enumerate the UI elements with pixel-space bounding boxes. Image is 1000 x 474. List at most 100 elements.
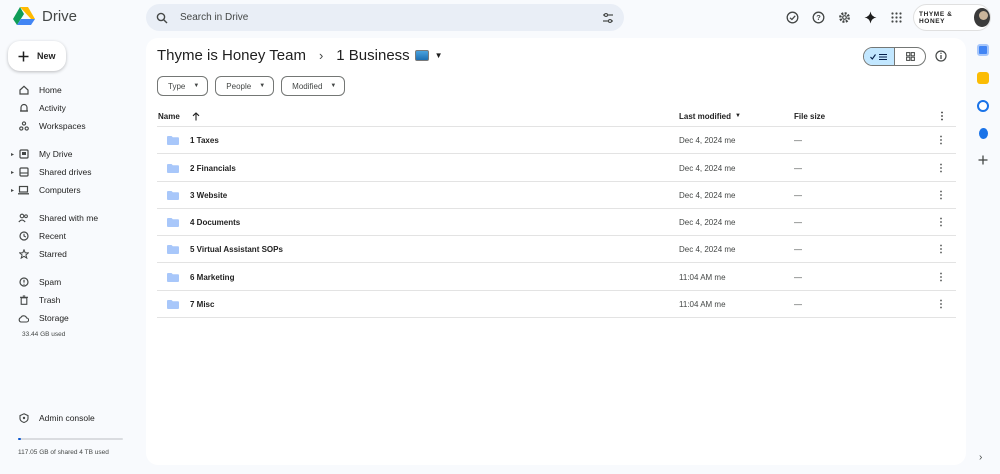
column-header-last-modified[interactable]: Last modified ▼ xyxy=(679,109,741,123)
table-row[interactable]: 4 Documents Dec 4, 2024 me — ⋮ xyxy=(157,209,956,236)
table-row[interactable]: 2 Financials Dec 4, 2024 me — ⋮ xyxy=(157,155,956,182)
contacts-icon[interactable] xyxy=(978,128,988,139)
sidebar-item-home[interactable]: Home xyxy=(11,83,62,97)
chip-label: Modified xyxy=(292,81,323,91)
sidebar-item-starred[interactable]: Starred xyxy=(11,247,67,261)
sidebar-item-label: My Drive xyxy=(39,149,73,159)
row-name: 2 Financials xyxy=(190,164,236,173)
offline-ready-icon[interactable] xyxy=(784,9,800,25)
expand-arrow-icon[interactable]: ▸ xyxy=(11,187,18,194)
tasks-icon[interactable] xyxy=(977,100,989,112)
row-modified: Dec 4, 2024 me xyxy=(679,136,736,145)
filter-people-chip[interactable]: People ▼ xyxy=(215,76,275,96)
folder-icon xyxy=(167,273,179,282)
sidebar-item-label: Home xyxy=(39,85,62,95)
table-row[interactable]: 7 Misc 11:04 AM me — ⋮ xyxy=(157,291,956,318)
shared-storage-text: 117.05 GB of shared 4 TB used xyxy=(18,449,109,456)
sidebar-item-label: Shared drives xyxy=(39,167,92,177)
breadcrumb-parent[interactable]: Thyme is Honey Team xyxy=(157,47,306,64)
chevron-right-collapse-icon[interactable]: › xyxy=(979,452,982,463)
column-header-file-size[interactable]: File size xyxy=(794,109,825,123)
folder-icon xyxy=(167,300,179,309)
row-modified: Dec 4, 2024 me xyxy=(679,191,736,200)
sidebar-item-shared-with-me[interactable]: Shared with me xyxy=(11,211,98,225)
search-bar[interactable]: Search in Drive xyxy=(146,4,624,31)
trash-icon xyxy=(18,295,29,306)
table-row[interactable]: 3 Website Dec 4, 2024 me — ⋮ xyxy=(157,182,956,209)
more-actions-icon[interactable]: ⋮ xyxy=(936,163,946,174)
spam-icon xyxy=(18,277,29,288)
list-view-button[interactable] xyxy=(864,48,895,65)
more-actions-icon[interactable]: ⋮ xyxy=(936,190,946,201)
sidebar-item-recent[interactable]: Recent xyxy=(11,229,66,243)
more-actions-icon[interactable]: ⋮ xyxy=(936,299,946,310)
settings-gear-icon[interactable] xyxy=(836,9,852,25)
sidebar-item-admin-console[interactable]: Admin console xyxy=(11,411,95,425)
table-row[interactable]: 5 Virtual Assistant SOPs Dec 4, 2024 me … xyxy=(157,236,956,263)
laptop-emoji-icon xyxy=(414,50,429,61)
filter-type-chip[interactable]: Type ▼ xyxy=(157,76,209,96)
account-brand-logo: THYME & HONEY xyxy=(919,10,953,25)
plus-icon xyxy=(18,51,29,61)
people-icon xyxy=(18,213,29,224)
sort-arrow-up-icon[interactable] xyxy=(192,111,200,121)
table-row[interactable]: 1 Taxes Dec 4, 2024 me — ⋮ xyxy=(157,127,956,154)
new-button[interactable]: New xyxy=(8,41,66,71)
row-size: — xyxy=(794,191,802,200)
folder-menu-caret-icon[interactable]: ▼ xyxy=(435,51,443,60)
keep-icon[interactable] xyxy=(977,72,989,84)
row-size: — xyxy=(794,164,802,173)
sidebar-item-shared-drives[interactable]: ▸ Shared drives xyxy=(11,165,91,179)
calendar-icon[interactable] xyxy=(977,44,989,56)
view-toggle xyxy=(863,47,926,66)
sidebar-item-my-drive[interactable]: ▸ My Drive xyxy=(11,147,73,161)
filter-modified-chip[interactable]: Modified ▼ xyxy=(281,76,346,96)
sidebar-item-label: Activity xyxy=(39,103,66,113)
table-row[interactable]: 6 Marketing 11:04 AM me — ⋮ xyxy=(157,264,956,291)
chip-label: Type xyxy=(168,81,186,91)
help-icon[interactable]: ? xyxy=(810,9,826,25)
add-addon-plus-icon[interactable] xyxy=(978,155,988,165)
row-size: — xyxy=(794,218,802,227)
breadcrumb-current[interactable]: 1 Business xyxy=(336,47,409,64)
drive-logo[interactable]: Drive xyxy=(13,6,77,26)
row-size: — xyxy=(794,273,802,282)
shared-storage-bar-fill xyxy=(18,438,22,440)
search-input[interactable]: Search in Drive xyxy=(180,12,602,23)
info-icon[interactable] xyxy=(935,50,947,62)
row-name: 4 Documents xyxy=(190,218,241,227)
sidebar-item-spam[interactable]: Spam xyxy=(11,275,61,289)
svg-text:?: ? xyxy=(816,13,821,22)
sidebar-item-computers[interactable]: ▸ Computers xyxy=(11,183,81,197)
expand-arrow-icon[interactable]: ▸ xyxy=(11,151,18,158)
gemini-sparkle-icon[interactable] xyxy=(862,9,878,25)
sidebar-item-activity[interactable]: Activity xyxy=(11,101,66,115)
more-actions-icon[interactable]: ⋮ xyxy=(936,135,946,146)
chip-label: People xyxy=(226,81,252,91)
row-name: 7 Misc xyxy=(190,300,215,309)
app-name: Drive xyxy=(42,7,78,25)
more-options-header-icon[interactable]: ⋮ xyxy=(937,109,947,123)
expand-arrow-icon[interactable]: ▸ xyxy=(11,169,18,176)
list-view-icon xyxy=(870,53,887,60)
search-options-icon[interactable] xyxy=(602,12,614,24)
apps-grid-icon[interactable] xyxy=(888,9,904,25)
row-modified: Dec 4, 2024 me xyxy=(679,218,736,227)
grid-view-button[interactable] xyxy=(895,48,925,65)
more-actions-icon[interactable]: ⋮ xyxy=(936,217,946,228)
cloud-icon xyxy=(18,313,29,324)
column-header-name[interactable]: Name xyxy=(158,109,200,123)
sidebar-item-storage[interactable]: Storage xyxy=(11,311,69,325)
search-icon[interactable] xyxy=(156,12,168,24)
sidebar-item-workspaces[interactable]: Workspaces xyxy=(11,119,86,133)
folder-icon xyxy=(167,218,179,227)
row-name: 1 Taxes xyxy=(190,136,219,145)
more-actions-icon[interactable]: ⋮ xyxy=(936,244,946,255)
drive-logo-icon xyxy=(13,7,35,25)
sidebar-item-label: Admin console xyxy=(39,413,95,423)
sidebar-item-trash[interactable]: Trash xyxy=(11,293,60,307)
account-button[interactable]: THYME & HONEY xyxy=(913,4,991,31)
more-actions-icon[interactable]: ⋮ xyxy=(936,272,946,283)
chevron-down-icon: ▼ xyxy=(330,83,337,89)
row-modified: 11:04 AM me xyxy=(679,300,726,309)
